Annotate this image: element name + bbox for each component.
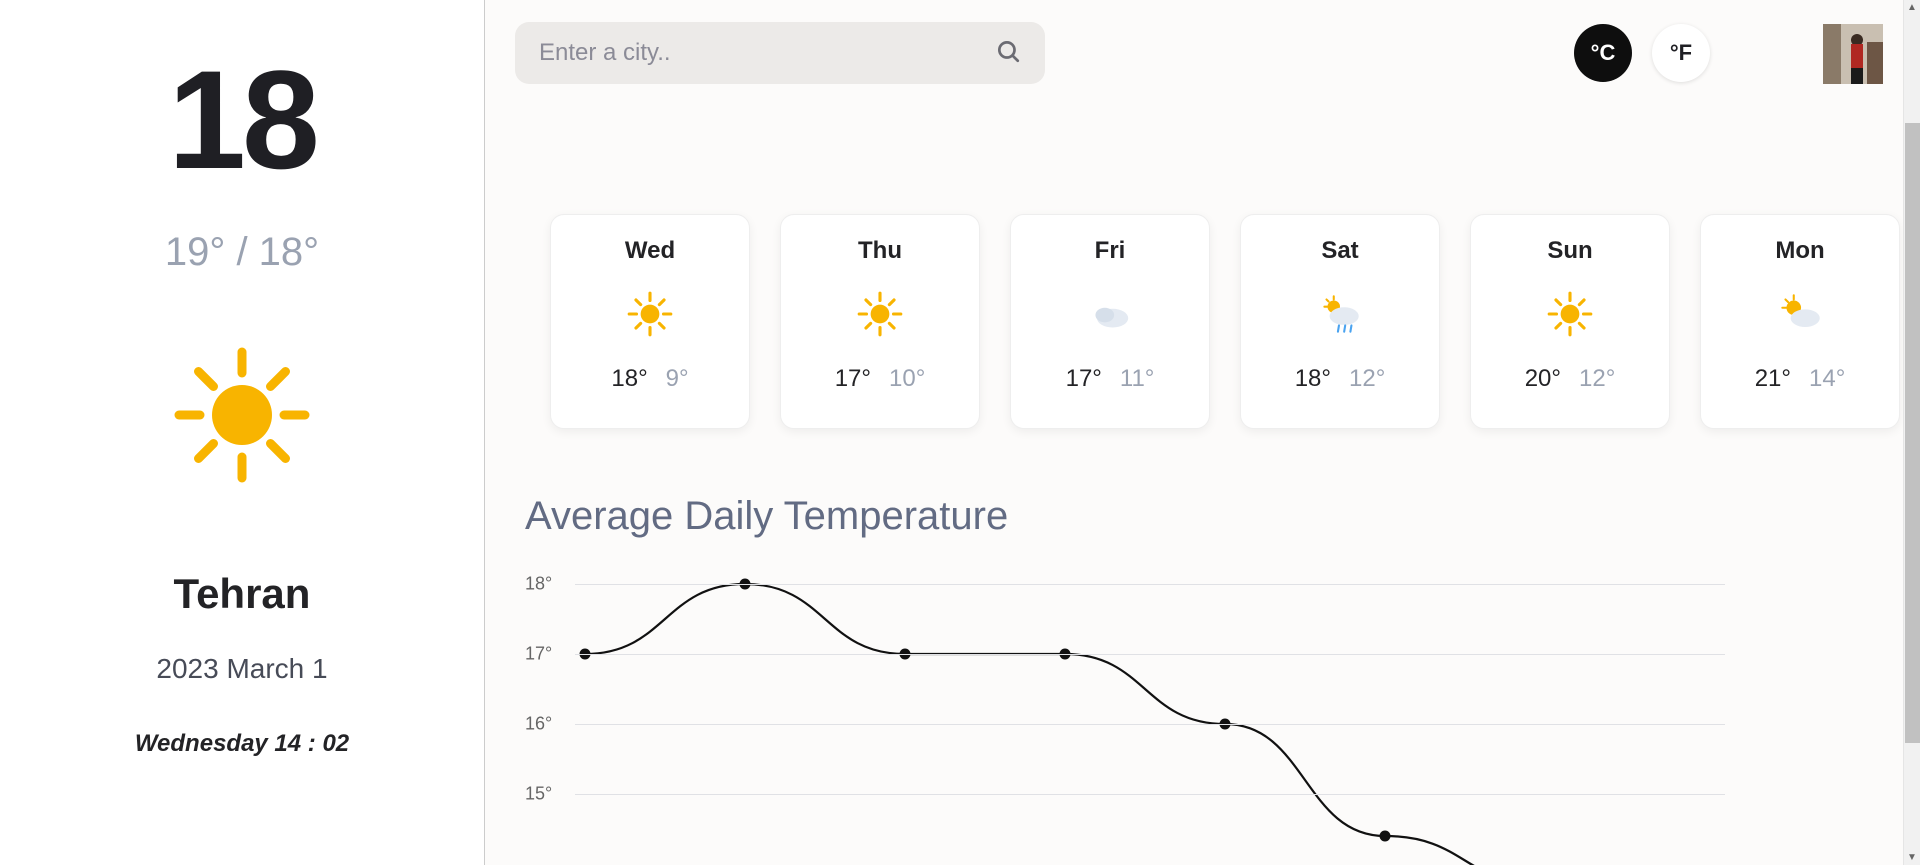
chart-gridline — [575, 724, 1725, 725]
forecast-temps: 21° 14° — [1755, 365, 1846, 393]
forecast-day-name: Thu — [858, 237, 902, 265]
chart-gridline — [575, 654, 1725, 655]
scroll-up-icon[interactable]: ▲ — [1907, 0, 1917, 15]
chart-gridline — [575, 794, 1725, 795]
forecast-card[interactable]: Fri 17° 11° — [1010, 214, 1210, 429]
forecast-card[interactable]: Mon 21° 14° — [1700, 214, 1900, 429]
current-day-time: Wednesday 14 : 02 — [135, 730, 349, 758]
forecast-low: 10° — [889, 365, 925, 393]
forecast-high: 17° — [1066, 365, 1102, 393]
current-temperature: 18 — [168, 50, 316, 190]
current-date: 2023 March 1 — [156, 653, 327, 685]
sunny-icon — [624, 283, 676, 345]
unit-celsius-button[interactable]: °C — [1574, 24, 1632, 82]
chart-y-tick: 18° — [525, 574, 552, 595]
search-icon[interactable] — [995, 38, 1021, 69]
forecast-card[interactable]: Wed 18° 9° — [550, 214, 750, 429]
forecast-temps: 17° 11° — [1066, 365, 1155, 393]
search-input[interactable] — [539, 39, 995, 67]
forecast-card[interactable]: Sat 18° 12° — [1240, 214, 1440, 429]
chart-section: Average Daily Temperature 18° 17° 16° 15° — [515, 494, 1900, 854]
forecast-row: Wed 18° 9° Thu 17° 10° Fri 17° 11° Sat 1… — [515, 214, 1900, 429]
search-box[interactable] — [515, 22, 1045, 84]
forecast-low: 11° — [1120, 365, 1155, 393]
forecast-high: 18° — [611, 365, 647, 393]
forecast-low: 12° — [1349, 365, 1385, 393]
forecast-day-name: Sat — [1321, 237, 1358, 265]
forecast-low: 9° — [666, 365, 689, 393]
chart-y-tick: 15° — [525, 784, 552, 805]
rain-icon — [1314, 283, 1366, 345]
hi-lo-separator: / — [225, 230, 258, 274]
chart-y-tick: 16° — [525, 714, 552, 735]
partly-cloudy-icon — [1774, 283, 1826, 345]
sidebar: 18 19° / 18° Tehran 2023 March 1 Wednesd… — [0, 0, 485, 865]
forecast-day-name: Fri — [1095, 237, 1126, 265]
current-condition-icon — [167, 340, 317, 490]
forecast-low: 12° — [1579, 365, 1615, 393]
chart-title: Average Daily Temperature — [525, 494, 1900, 539]
sunny-icon — [167, 340, 317, 490]
forecast-high: 18° — [1295, 365, 1331, 393]
forecast-high: 17° — [835, 365, 871, 393]
forecast-temps: 17° 10° — [835, 365, 926, 393]
forecast-day-name: Sun — [1547, 237, 1592, 265]
scroll-down-icon[interactable]: ▼ — [1907, 850, 1917, 865]
chart-y-tick: 17° — [525, 644, 552, 665]
forecast-card[interactable]: Sun 20° 12° — [1470, 214, 1670, 429]
sunny-icon — [1544, 283, 1596, 345]
high-temp: 19° — [165, 230, 226, 274]
scrollbar[interactable]: ▲ ▼ — [1903, 0, 1920, 865]
forecast-card[interactable]: Thu 17° 10° — [780, 214, 980, 429]
topbar: °C °F — [515, 22, 1900, 84]
forecast-low: 14° — [1809, 365, 1845, 393]
high-low-temperature: 19° / 18° — [165, 230, 319, 275]
city-name: Tehran — [174, 570, 311, 618]
forecast-temps: 18° 9° — [611, 365, 688, 393]
forecast-day-name: Wed — [625, 237, 675, 265]
forecast-temps: 18° 12° — [1295, 365, 1386, 393]
forecast-high: 20° — [1525, 365, 1561, 393]
cloudy-icon — [1084, 283, 1136, 345]
forecast-day-name: Mon — [1775, 237, 1824, 265]
unit-fahrenheit-button[interactable]: °F — [1652, 24, 1710, 82]
unit-toggle: °C °F — [1574, 24, 1710, 82]
chart-line — [575, 574, 1725, 854]
forecast-temps: 20° 12° — [1525, 365, 1616, 393]
sunny-icon — [854, 283, 906, 345]
temperature-chart: 18° 17° 16° 15° — [525, 574, 1725, 854]
main-panel: °C °F Wed 18° 9° Thu 17° 10° Fri 17° — [485, 0, 1920, 865]
scrollbar-thumb[interactable] — [1905, 123, 1920, 743]
forecast-high: 21° — [1755, 365, 1791, 393]
low-temp: 18° — [259, 230, 320, 274]
avatar[interactable] — [1823, 24, 1883, 84]
chart-gridline — [575, 584, 1725, 585]
